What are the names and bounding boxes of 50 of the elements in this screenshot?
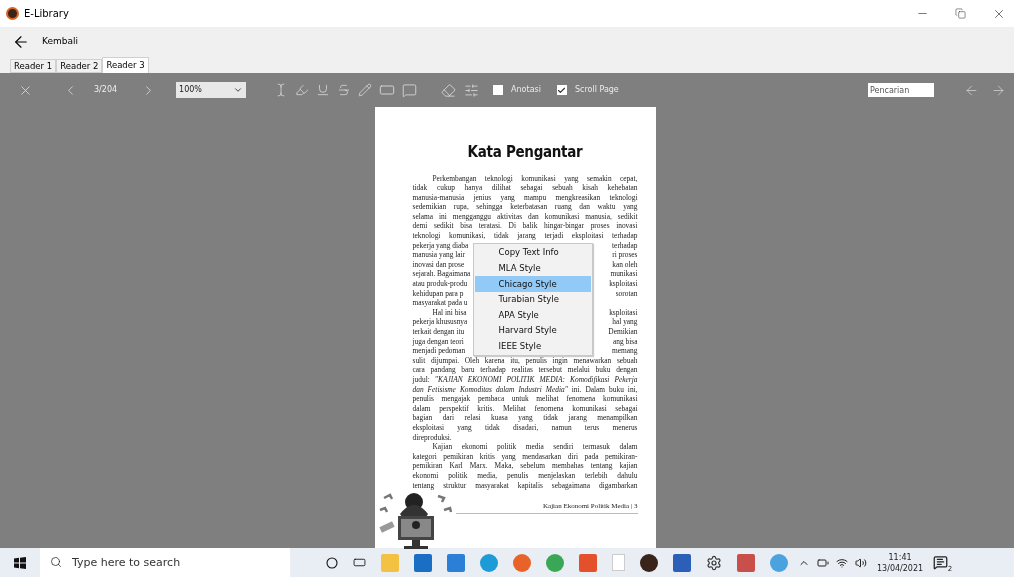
comment-icon[interactable]: [402, 82, 418, 98]
menu-item[interactable]: Chicago Style: [474, 276, 591, 292]
reader-tab[interactable]: Reader 1: [10, 59, 57, 73]
menu-item[interactable]: Copy Text Info: [474, 245, 591, 261]
clock-date: 13/04/2021: [877, 562, 924, 574]
app-logo-icon[interactable]: [640, 553, 658, 572]
clock-time: 11:41: [888, 551, 912, 563]
settings-icon[interactable]: [706, 554, 722, 571]
menu-item[interactable]: IEEE Style: [474, 338, 591, 355]
menu-item[interactable]: APA Style: [474, 307, 591, 323]
pencil-icon[interactable]: [358, 83, 373, 97]
app-tile-icon[interactable]: [673, 553, 691, 572]
checkbox-label: Anotasi: [511, 84, 541, 96]
strikethrough-icon[interactable]: [337, 83, 352, 97]
reader-tab[interactable]: Reader 2: [56, 59, 103, 73]
app-tile-icon[interactable]: [579, 553, 597, 572]
rectangle-icon[interactable]: [379, 82, 396, 98]
arrow-right-icon[interactable]: [991, 82, 1006, 98]
chevron-down-icon: [233, 85, 244, 95]
window-title: E-Library: [24, 7, 69, 21]
menu-item[interactable]: Turabian Style: [474, 291, 591, 308]
page-counter: 3/204: [94, 84, 118, 96]
zoom-dropdown[interactable]: 100%: [176, 82, 247, 98]
task-view-icon[interactable]: [353, 556, 366, 569]
volume-icon[interactable]: [855, 556, 867, 569]
page-title: Kata Pengantar: [467, 142, 583, 163]
checkbox[interactable]: [556, 85, 567, 95]
checkbox[interactable]: [493, 85, 504, 95]
app-tile-icon[interactable]: [737, 553, 755, 572]
app-logo-icon: [6, 7, 19, 20]
underline-icon[interactable]: [316, 83, 331, 97]
restore-icon[interactable]: [955, 8, 966, 19]
windows-logo-icon[interactable]: [14, 556, 26, 569]
back-button[interactable]: Kembali: [42, 35, 78, 49]
checkbox-label: Scroll Page: [574, 84, 619, 96]
notification-icon[interactable]: [933, 555, 949, 570]
wifi-icon[interactable]: [836, 556, 848, 569]
document-icon[interactable]: [612, 554, 625, 571]
menu-item[interactable]: MLA Style: [474, 260, 591, 277]
search-field[interactable]: Pencarian: [868, 83, 934, 97]
eraser-icon[interactable]: [441, 82, 457, 98]
circle-icon[interactable]: [326, 556, 338, 569]
highlighter-icon[interactable]: [295, 83, 310, 97]
app-tile-icon[interactable]: [447, 553, 465, 572]
battery-icon[interactable]: [817, 556, 829, 569]
search-icon: [50, 556, 62, 568]
reader-tab[interactable]: Reader 3: [102, 57, 149, 73]
sliders-icon[interactable]: [464, 82, 480, 98]
taskbar-search-field[interactable]: Type here to search: [40, 548, 290, 577]
menu-item[interactable]: Harvard Style: [474, 322, 591, 339]
